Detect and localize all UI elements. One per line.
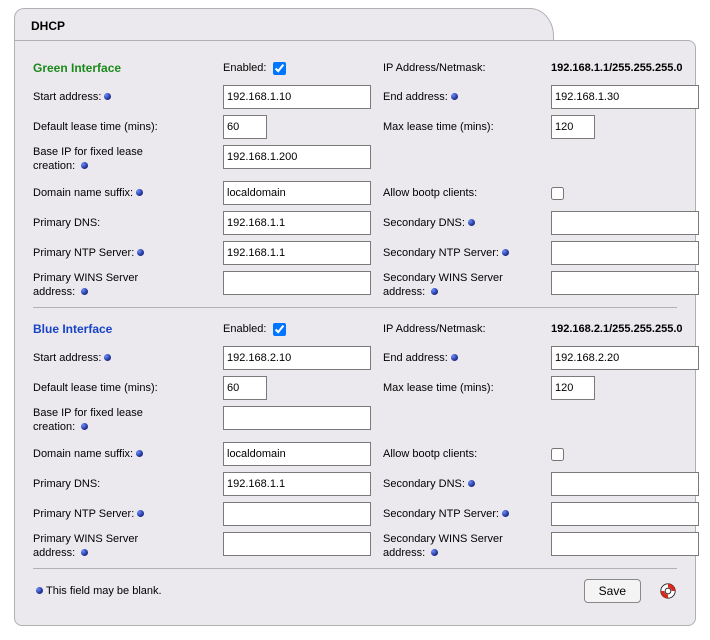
optional-dot-icon (468, 219, 475, 226)
optional-dot-icon (431, 549, 438, 556)
green-max-lease-input[interactable] (551, 115, 595, 139)
green-end-address-input[interactable] (551, 85, 699, 109)
optional-dot-icon (104, 93, 111, 100)
secondary-ntp-label: Secondary NTP Server: (383, 508, 499, 520)
section-divider (33, 568, 677, 569)
start-address-label: Start address: (33, 91, 101, 103)
footer-note: This field may be blank. (46, 585, 162, 597)
end-address-label: End address: (383, 91, 448, 103)
base-ip-label2: creation: (33, 421, 75, 433)
green-primary-wins-input[interactable] (223, 271, 371, 295)
secondary-wins-label2: address: (383, 286, 425, 298)
optional-dot-icon (136, 189, 143, 196)
optional-dot-icon (137, 249, 144, 256)
green-secondary-wins-input[interactable] (551, 271, 699, 295)
optional-dot-icon (81, 288, 88, 295)
default-lease-label: Default lease time (mins): (33, 382, 158, 394)
blue-secondary-dns-input[interactable] (551, 472, 699, 496)
blue-primary-ntp-input[interactable] (223, 502, 371, 526)
optional-dot-icon (451, 354, 458, 361)
blue-domain-suffix-input[interactable] (223, 442, 371, 466)
start-address-label: Start address: (33, 352, 101, 364)
secondary-dns-label: Secondary DNS: (383, 217, 465, 229)
blue-primary-dns-input[interactable] (223, 472, 371, 496)
green-start-address-input[interactable] (223, 85, 371, 109)
domain-suffix-label: Domain name suffix: (33, 448, 133, 460)
allow-bootp-label: Allow bootp clients: (383, 448, 477, 460)
optional-dot-icon (468, 480, 475, 487)
green-interface-heading: Green Interface (33, 61, 121, 75)
optional-dot-icon (431, 288, 438, 295)
default-lease-label: Default lease time (mins): (33, 121, 158, 133)
base-ip-label1: Base IP for fixed lease (33, 146, 143, 158)
blue-start-address-input[interactable] (223, 346, 371, 370)
allow-bootp-label: Allow bootp clients: (383, 187, 477, 199)
primary-wins-label2: address: (33, 286, 75, 298)
blue-max-lease-input[interactable] (551, 376, 595, 400)
optional-dot-icon (36, 587, 43, 594)
secondary-wins-label2: address: (383, 547, 425, 559)
green-primary-dns-input[interactable] (223, 211, 371, 235)
blue-secondary-wins-input[interactable] (551, 532, 699, 556)
primary-ntp-label: Primary NTP Server: (33, 508, 134, 520)
save-button[interactable]: Save (584, 579, 641, 603)
enabled-label: Enabled: (223, 323, 266, 335)
green-enabled-checkbox[interactable] (273, 62, 286, 75)
primary-wins-label1: Primary WINS Server (33, 272, 138, 284)
enabled-label: Enabled: (223, 62, 266, 74)
secondary-wins-label1: Secondary WINS Server (383, 533, 503, 545)
blue-allow-bootp-checkbox[interactable] (551, 448, 564, 461)
primary-ntp-label: Primary NTP Server: (33, 247, 134, 259)
blue-primary-wins-input[interactable] (223, 532, 371, 556)
optional-dot-icon (81, 162, 88, 169)
secondary-wins-label1: Secondary WINS Server (383, 272, 503, 284)
max-lease-label: Max lease time (mins): (383, 382, 494, 394)
blue-secondary-ntp-input[interactable] (551, 502, 699, 526)
ip-netmask-label: IP Address/Netmask: (383, 323, 486, 335)
base-ip-label2: creation: (33, 160, 75, 172)
blue-ip-netmask-value: 192.168.2.1/255.255.255.0 (551, 323, 683, 335)
dhcp-panel: Green Interface Enabled: IP Address/Netm… (14, 40, 696, 626)
primary-dns-label: Primary DNS: (33, 478, 100, 490)
secondary-dns-label: Secondary DNS: (383, 478, 465, 490)
green-base-ip-input[interactable] (223, 145, 371, 169)
green-domain-suffix-input[interactable] (223, 181, 371, 205)
optional-dot-icon (137, 510, 144, 517)
page-tab: DHCP (14, 8, 554, 40)
blue-interface-heading: Blue Interface (33, 322, 112, 336)
max-lease-label: Max lease time (mins): (383, 121, 494, 133)
blue-enabled-checkbox[interactable] (273, 323, 286, 336)
optional-dot-icon (104, 354, 111, 361)
green-allow-bootp-checkbox[interactable] (551, 187, 564, 200)
help-lifebuoy-icon[interactable] (659, 582, 677, 600)
optional-dot-icon (81, 423, 88, 430)
page-title: DHCP (31, 19, 65, 33)
green-default-lease-input[interactable] (223, 115, 267, 139)
optional-dot-icon (502, 510, 509, 517)
primary-dns-label: Primary DNS: (33, 217, 100, 229)
optional-dot-icon (451, 93, 458, 100)
ip-netmask-label: IP Address/Netmask: (383, 62, 486, 74)
base-ip-label1: Base IP for fixed lease (33, 407, 143, 419)
secondary-ntp-label: Secondary NTP Server: (383, 247, 499, 259)
green-secondary-ntp-input[interactable] (551, 241, 699, 265)
blue-end-address-input[interactable] (551, 346, 699, 370)
blue-base-ip-input[interactable] (223, 406, 371, 430)
green-ip-netmask-value: 192.168.1.1/255.255.255.0 (551, 62, 683, 74)
primary-wins-label1: Primary WINS Server (33, 533, 138, 545)
end-address-label: End address: (383, 352, 448, 364)
blue-default-lease-input[interactable] (223, 376, 267, 400)
primary-wins-label2: address: (33, 547, 75, 559)
green-secondary-dns-input[interactable] (551, 211, 699, 235)
optional-dot-icon (502, 249, 509, 256)
optional-dot-icon (136, 450, 143, 457)
domain-suffix-label: Domain name suffix: (33, 187, 133, 199)
green-primary-ntp-input[interactable] (223, 241, 371, 265)
section-divider (33, 307, 677, 308)
optional-dot-icon (81, 549, 88, 556)
